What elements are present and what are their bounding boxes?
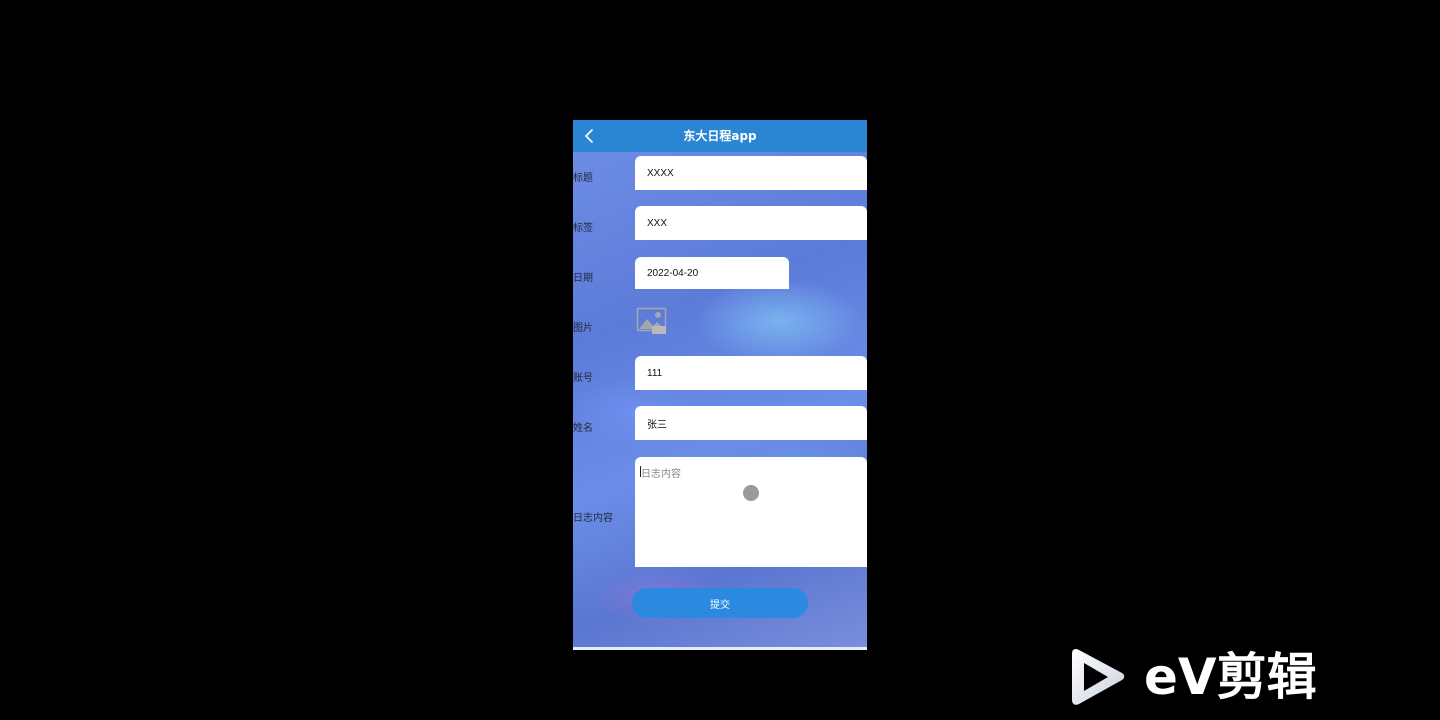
page-title: 东大日程app (683, 129, 757, 143)
app-screen: 东大日程app 标题 XXXX 标签 XXX 日期 2022-04-20 图片 … (573, 120, 867, 650)
image-label: 图片 (573, 323, 593, 334)
image-placeholder-icon[interactable] (636, 307, 668, 335)
date-label: 日期 (573, 273, 593, 284)
placeholder-text: 日志内容 (641, 469, 681, 480)
title-label: 标题 (573, 173, 593, 184)
top-bar: 东大日程app (573, 120, 867, 152)
play-logo-icon (1072, 649, 1125, 705)
account-label: 账号 (573, 373, 593, 384)
name-label: 姓名 (573, 423, 593, 434)
log-content-textarea[interactable]: 日志内容 (635, 457, 867, 567)
name-input[interactable]: 张三 (635, 406, 867, 440)
text-caret (640, 466, 641, 477)
tag-input[interactable]: XXX (635, 206, 867, 240)
touch-cursor-indicator (743, 485, 759, 501)
ev-watermark: eV剪辑 (1068, 644, 1338, 710)
log-content-label: 日志内容 (573, 513, 613, 524)
watermark-text: eV剪辑 (1144, 648, 1317, 706)
tag-label: 标签 (573, 223, 593, 234)
date-input[interactable]: 2022-04-20 (635, 257, 789, 289)
log-content-placeholder: 日志内容 (640, 465, 681, 480)
account-input[interactable]: 111 (635, 356, 867, 390)
title-input[interactable]: XXXX (635, 156, 867, 190)
submit-button[interactable]: 提交 (632, 588, 808, 618)
